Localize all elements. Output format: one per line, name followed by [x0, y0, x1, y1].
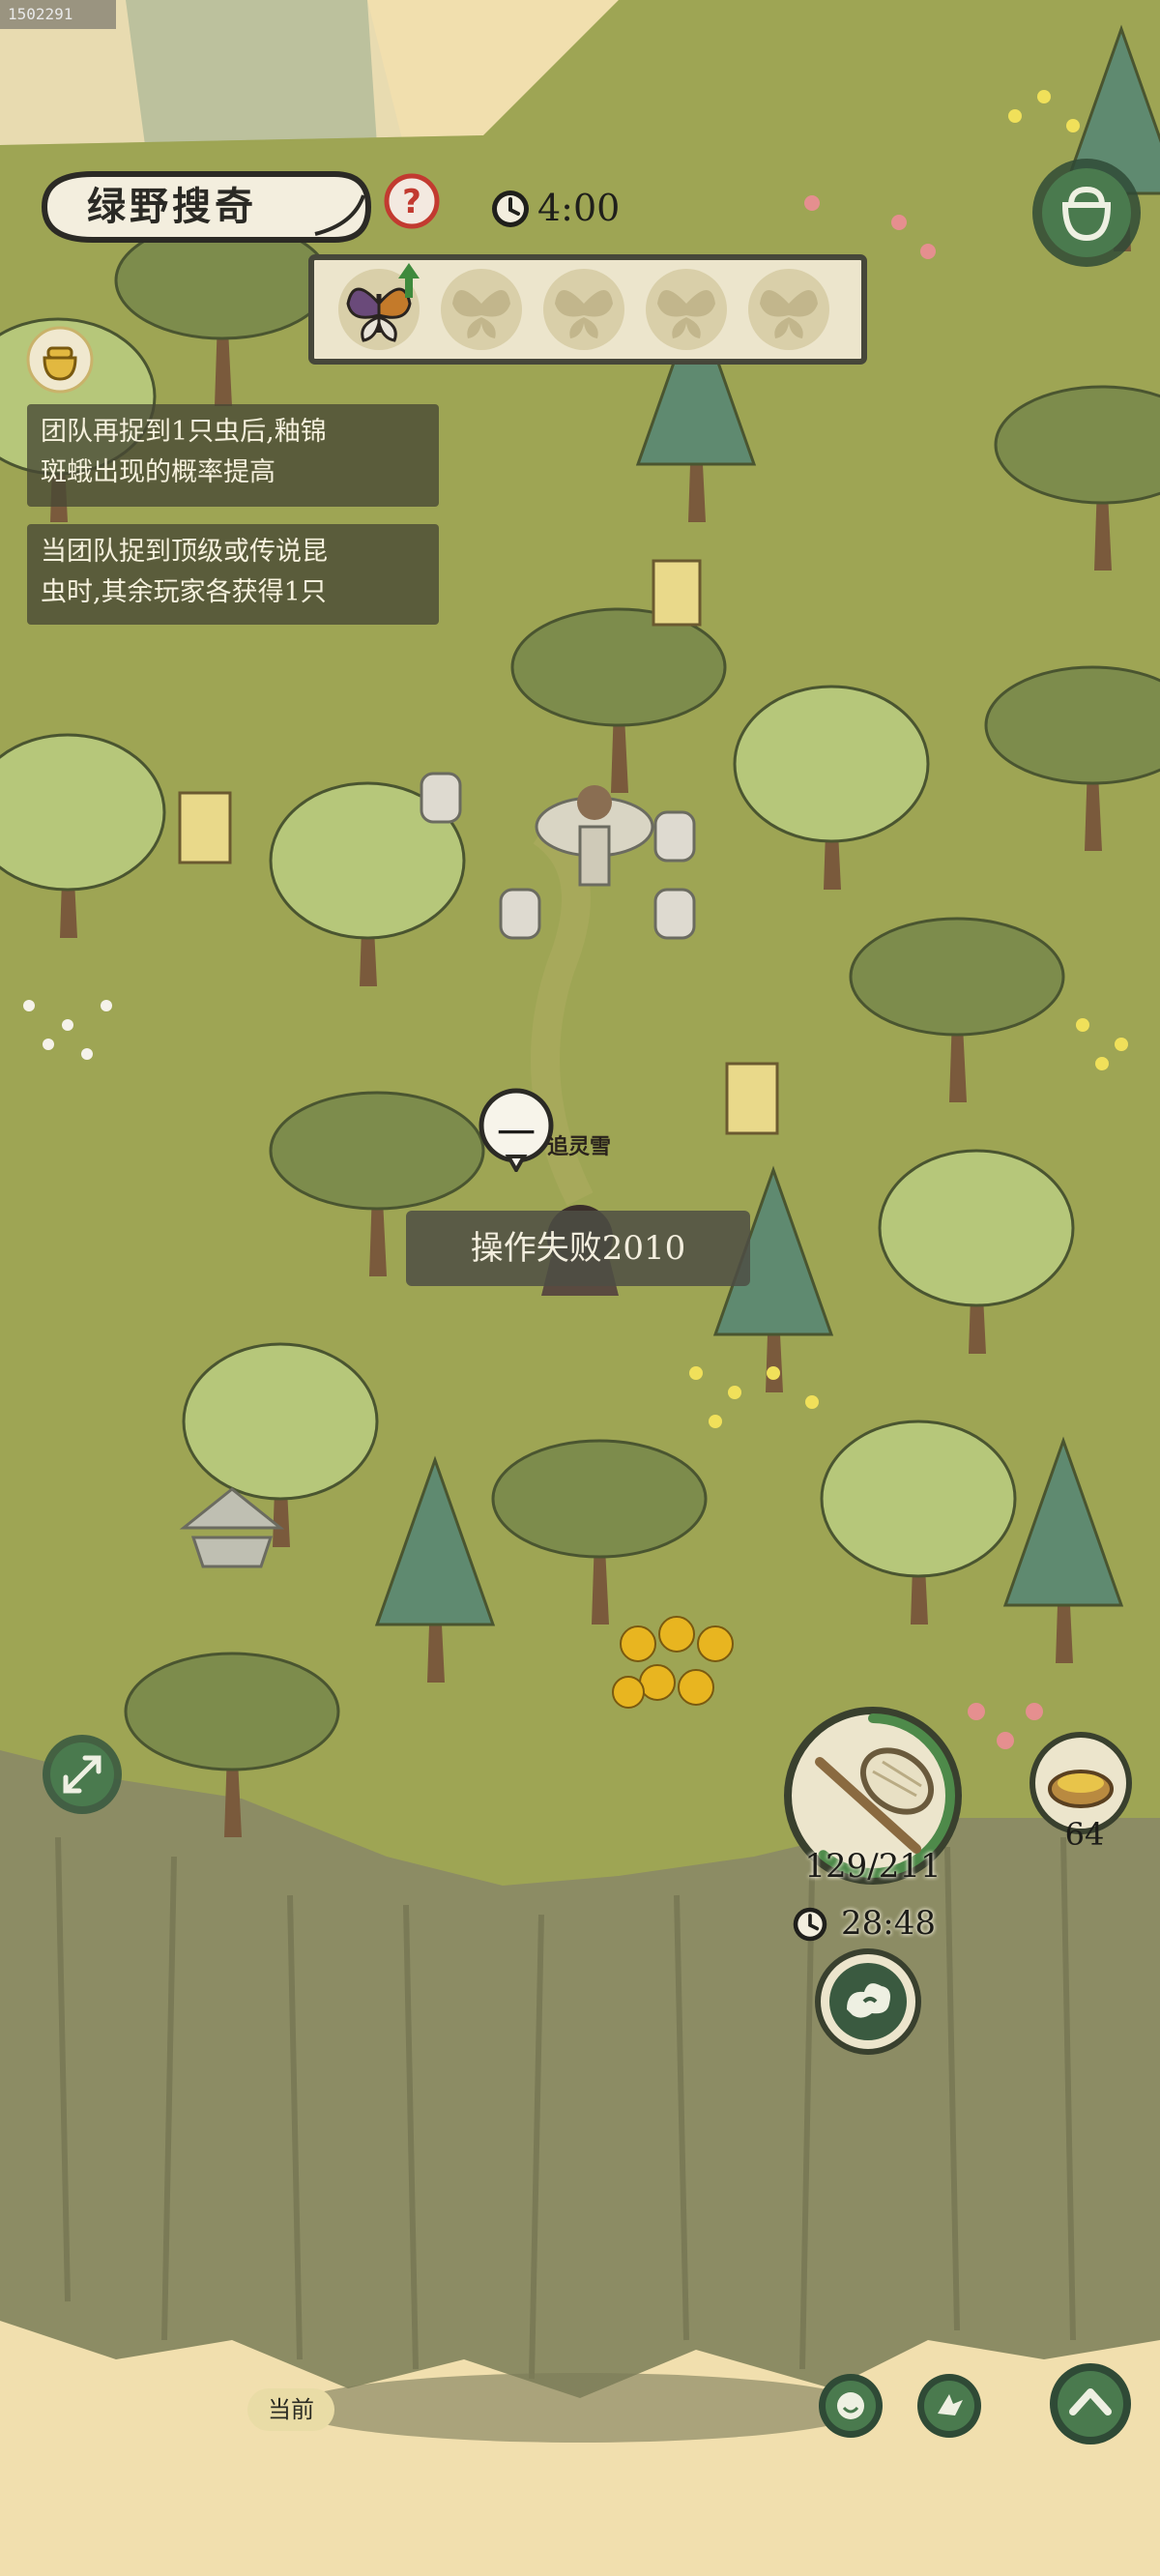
current-location-label[interactable]: 当前 — [247, 2388, 334, 2431]
clock-icon — [793, 1907, 827, 1942]
smile-icon[interactable] — [816, 2371, 885, 2441]
cloud-swirl-icon[interactable] — [814, 1947, 922, 2056]
info-tip-2: 当团队捉到顶级或传说昆 虫时,其余玩家各获得1只 — [27, 524, 439, 625]
up-arrow-icon — [398, 263, 420, 298]
event-title: 绿野搜奇 — [87, 184, 257, 229]
pot-icon[interactable] — [25, 325, 95, 395]
event-timer: 4:00 — [537, 187, 621, 229]
bag-icon[interactable] — [1029, 155, 1145, 271]
net-durability: 129/211 — [804, 1847, 942, 1886]
butterfly-silhouette-icon — [748, 269, 829, 350]
butterfly-silhouette-icon — [646, 269, 727, 350]
tracker-slot-2[interactable] — [437, 265, 526, 354]
chevron-up-icon[interactable] — [1046, 2359, 1135, 2448]
info-tip-2-line-1: 当团队捉到顶级或传说昆 — [41, 537, 328, 567]
clock-icon — [492, 190, 529, 227]
tracker-slot-4[interactable] — [642, 265, 731, 354]
hand-icon[interactable] — [914, 2371, 984, 2441]
screen-id-label: 1502291 — [0, 0, 116, 29]
info-tip-1-line-2: 斑蛾出现的概率提高 — [41, 457, 276, 487]
info-tip-2-line-2: 虫时,其余玩家各获得1只 — [41, 577, 327, 607]
bait-count: 64 — [1064, 1816, 1105, 1853]
tracker-slot-3[interactable] — [539, 265, 628, 354]
butterfly-silhouette-icon — [543, 269, 624, 350]
question-mark-icon[interactable]: ? — [383, 172, 441, 230]
player-name: 追灵雪 — [547, 1134, 612, 1159]
speech-text: 一 — [497, 1112, 536, 1156]
info-tip-1-line-1: 团队再捉到1只虫后,釉锦 — [41, 417, 327, 447]
butterfly-silhouette-icon — [441, 269, 522, 350]
expand-arrows-icon[interactable] — [39, 1731, 126, 1818]
info-tip-1: 团队再捉到1只虫后,釉锦 斑蛾出现的概率提高 — [27, 404, 439, 507]
tracker-slot-1[interactable] — [334, 263, 423, 354]
net-timer: 28:48 — [841, 1904, 936, 1943]
insect-tracker — [307, 253, 868, 366]
tracker-slot-5[interactable] — [744, 265, 833, 354]
svg-text:?: ? — [402, 183, 421, 221]
game-world-map[interactable] — [0, 0, 1160, 2576]
error-toast: 操作失败2010 — [406, 1211, 750, 1286]
